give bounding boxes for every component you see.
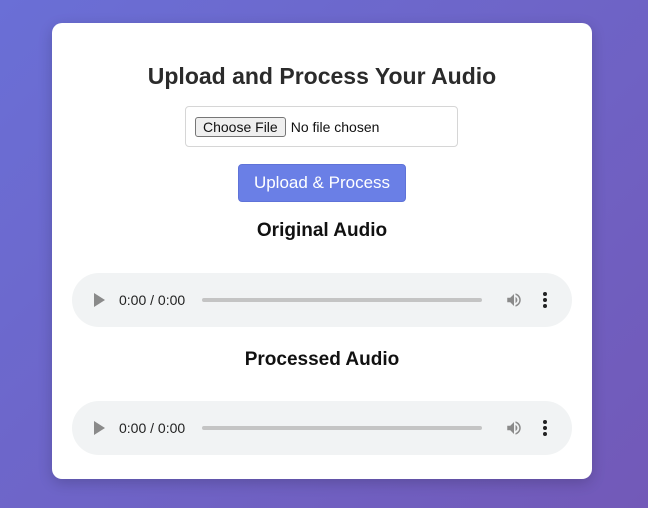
more-vertical-icon[interactable] [541,291,549,309]
original-progress-track[interactable] [202,298,482,302]
upload-card: Upload and Process Your Audio Choose Fil… [52,23,592,479]
play-icon[interactable] [94,293,105,307]
original-audio-player[interactable]: 0:00 / 0:00 [72,273,572,327]
processed-progress-track[interactable] [202,426,482,430]
file-input[interactable]: Choose File No file chosen [185,106,458,147]
original-audio-heading: Original Audio [256,220,388,241]
processed-audio-player[interactable]: 0:00 / 0:00 [72,401,572,455]
processed-time-display: 0:00 / 0:00 [119,420,186,436]
more-vertical-icon[interactable] [541,419,549,437]
volume-icon[interactable] [505,291,523,309]
play-icon[interactable] [94,421,105,435]
file-status-text: No file chosen [290,118,380,135]
volume-icon[interactable] [505,419,523,437]
upload-process-button[interactable]: Upload & Process [238,164,406,202]
page-title: Upload and Process Your Audio [147,63,497,89]
original-time-display: 0:00 / 0:00 [119,292,186,308]
processed-audio-heading: Processed Audio [244,349,400,370]
choose-file-button[interactable]: Choose File [195,116,286,137]
